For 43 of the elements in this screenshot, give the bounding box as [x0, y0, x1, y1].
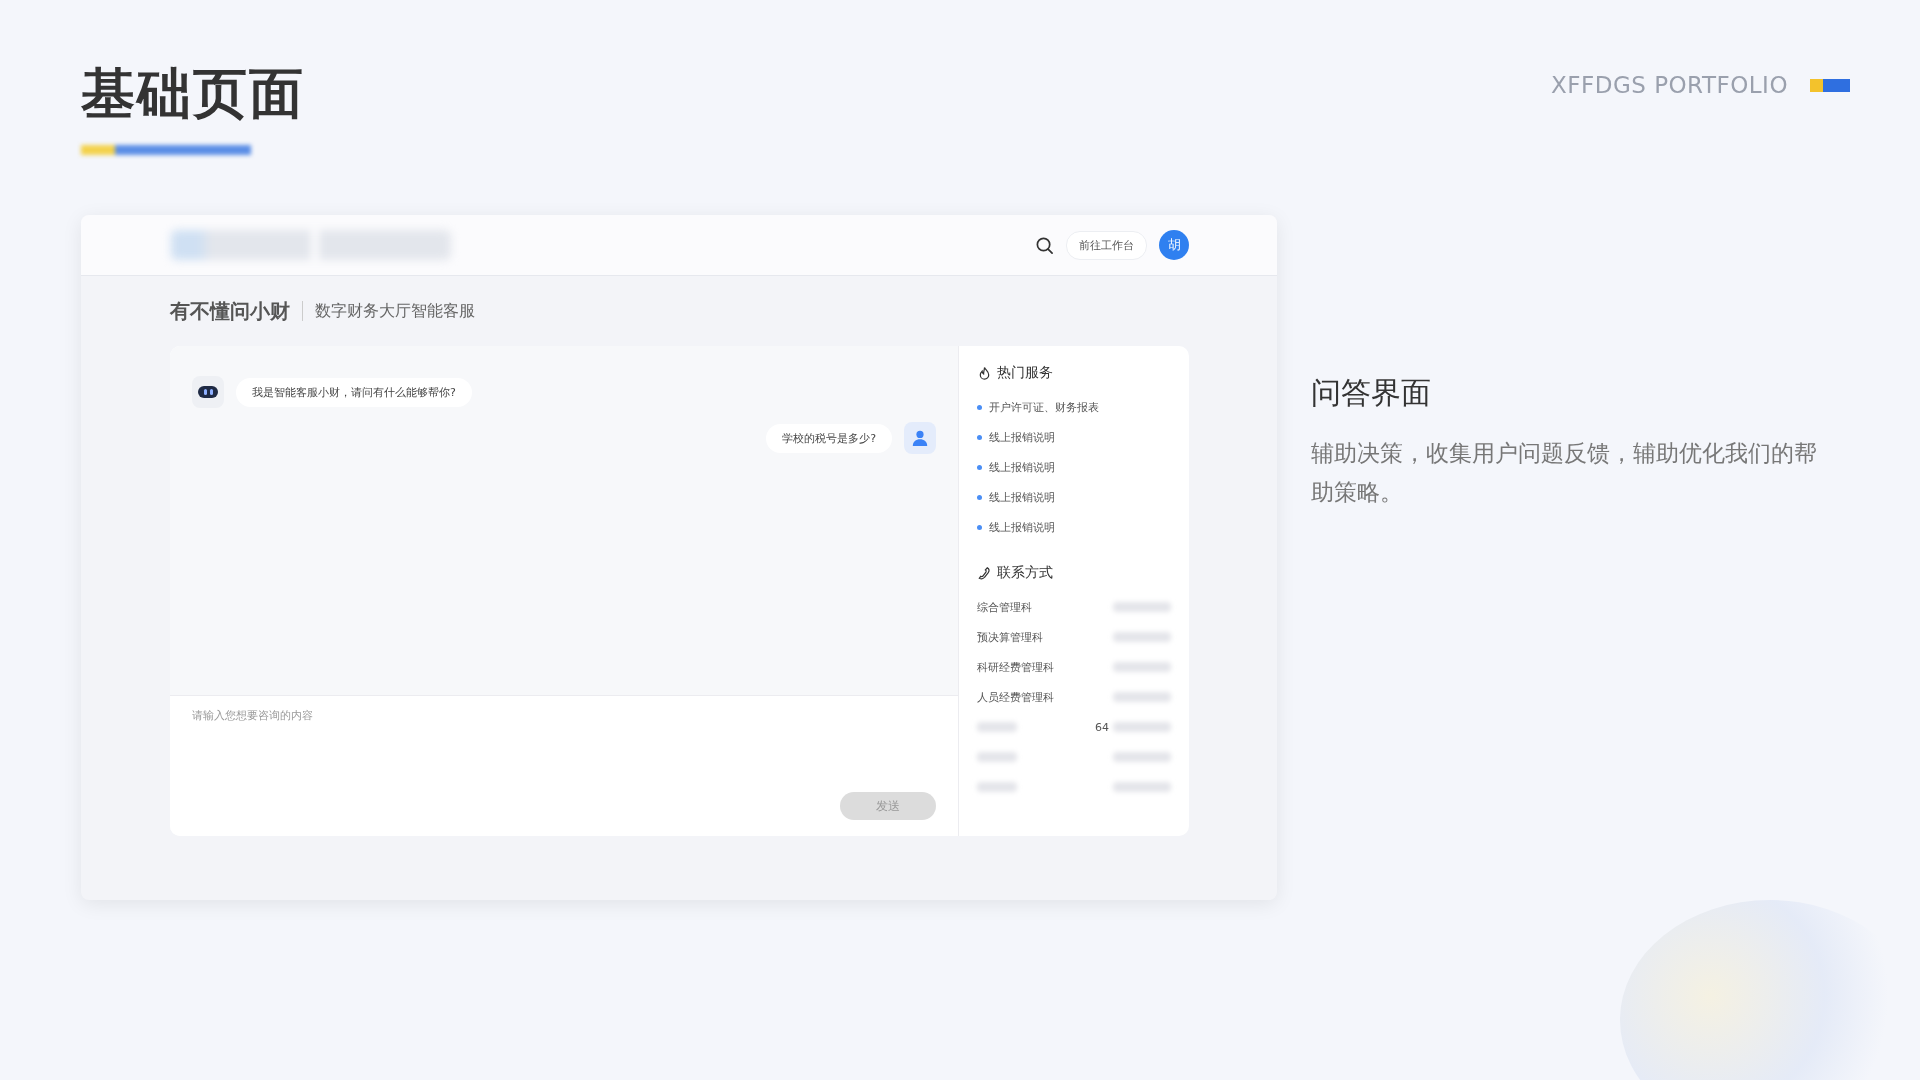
service-link[interactable]: 线上报销说明: [989, 459, 1055, 475]
phone-icon: [977, 565, 992, 581]
section-title: 联系方式: [997, 564, 1053, 582]
blurred-text: [1113, 602, 1171, 612]
bullet-icon: [977, 464, 982, 470]
blurred-text: [1113, 662, 1171, 672]
user-avatar-icon: [904, 422, 936, 454]
brand-text: XFFDGS PORTFOLIO: [1550, 72, 1788, 98]
robot-avatar-icon: [192, 376, 224, 408]
chat-bubble: 学校的税号是多少?: [766, 423, 892, 453]
service-link[interactable]: 开户许可证、财务报表: [989, 399, 1099, 415]
section-heading: 问答界面: [1311, 374, 1432, 412]
department-name: 人员经费管理科: [977, 689, 1054, 705]
bullet-icon: [977, 434, 982, 440]
blurred-text: [1113, 632, 1171, 642]
search-icon[interactable]: [1035, 235, 1054, 255]
service-link[interactable]: 线上报销说明: [989, 519, 1055, 535]
user-avatar[interactable]: 胡: [1159, 230, 1189, 260]
bullet-icon: [977, 494, 982, 500]
service-link[interactable]: 线上报销说明: [989, 429, 1055, 445]
section-title: 热门服务: [997, 364, 1053, 382]
page-title: 有不懂问小财: [170, 297, 290, 325]
workspace-button[interactable]: 前往工作台: [1066, 230, 1147, 260]
blurred-text: [1113, 782, 1171, 792]
section-description: 辅助决策，收集用户问题反馈，辅助优化我们的帮助策略。: [1311, 439, 1818, 508]
blurred-text: [1113, 722, 1171, 732]
blurred-text: [977, 722, 1017, 732]
page-subtitle: 数字财务大厅智能客服: [315, 300, 475, 322]
department-name: 科研经费管理科: [977, 659, 1054, 675]
blurred-text: [1113, 692, 1171, 702]
slide-title: 基础页面: [81, 61, 305, 127]
blurred-text: [1113, 752, 1171, 762]
bullet-icon: [977, 524, 982, 530]
chat-bubble: 我是智能客服小财，请问有什么能够帮你?: [236, 377, 472, 407]
brand-mark-icon: [1810, 78, 1850, 92]
blurred-text: [977, 752, 1017, 762]
phone-number: 64: [1095, 720, 1109, 734]
blurred-text: [977, 782, 1017, 792]
department-name: 综合管理科: [977, 599, 1032, 615]
bullet-icon: [977, 404, 982, 410]
service-link[interactable]: 线上报销说明: [989, 489, 1055, 505]
department-name: 预决算管理科: [977, 629, 1043, 645]
flame-icon: [977, 365, 992, 381]
